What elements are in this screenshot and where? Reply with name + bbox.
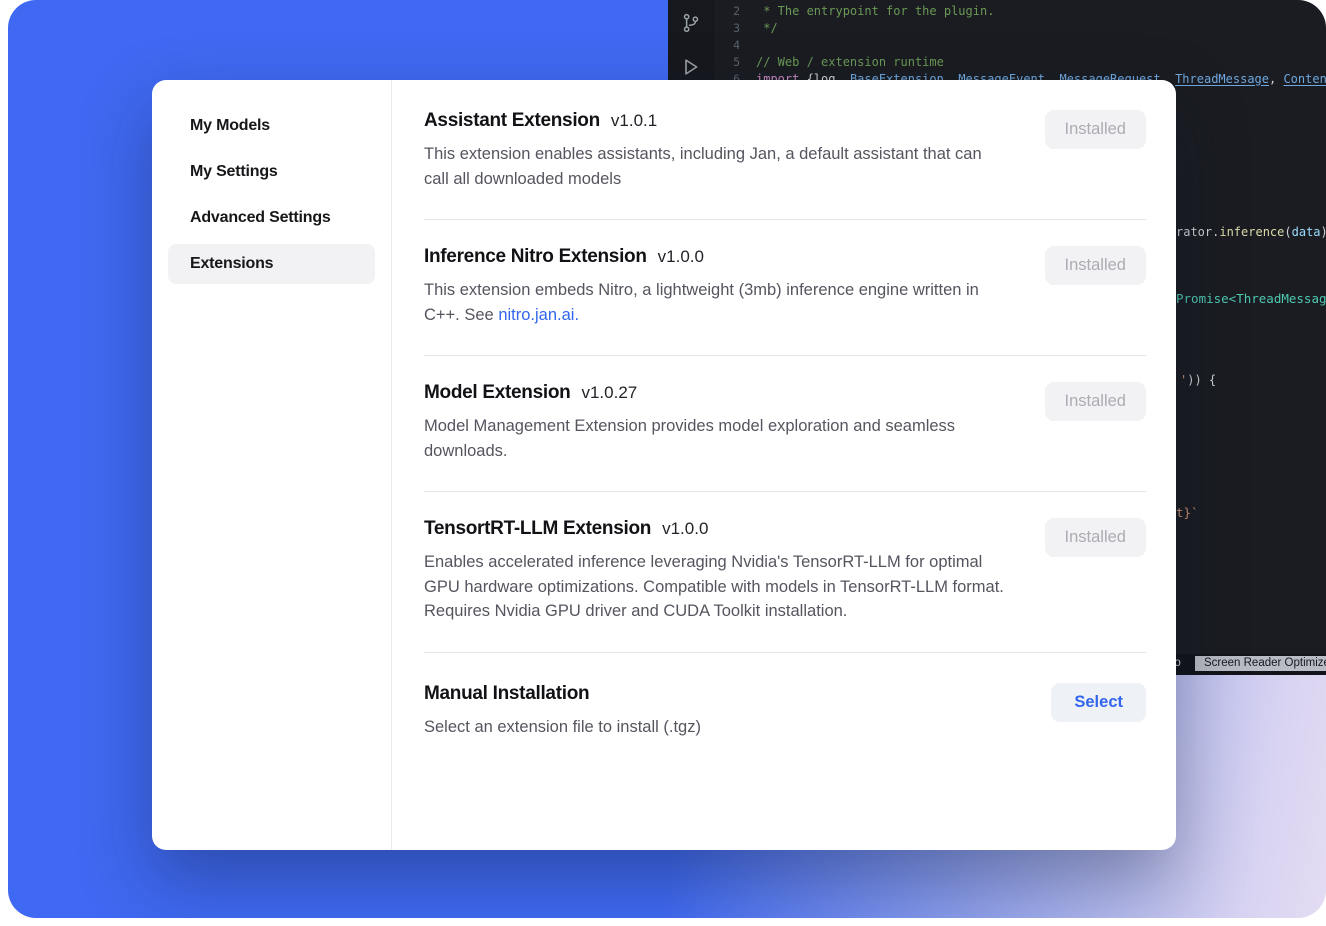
sidebar: My Models My Settings Advanced Settings … — [152, 80, 392, 850]
extension-info: Assistant Extension v1.0.1 This extensio… — [424, 110, 1010, 191]
code-fragment: Promise<ThreadMessage> — [1176, 291, 1326, 306]
extension-row-tensorrt: TensortRT-LLM Extension v1.0.0 Enables a… — [424, 492, 1146, 653]
identifier-token: ContentType — [1283, 72, 1326, 86]
extension-title-line: Model Extension v1.0.27 — [424, 382, 1010, 404]
plain-token: rator. — [1176, 225, 1219, 239]
code-line: 3 */ — [714, 19, 1326, 36]
extension-title: Assistant Extension — [424, 110, 600, 132]
code-text: // Web / extension runtime — [756, 55, 944, 69]
extension-title-line: Assistant Extension v1.0.1 — [424, 110, 1010, 132]
code-text: * The entrypoint for the plugin. — [756, 4, 994, 18]
nitro-link[interactable]: nitro.jan.ai. — [498, 306, 579, 324]
sidebar-item-extensions[interactable]: Extensions — [168, 244, 375, 284]
sidebar-item-advanced-settings[interactable]: Advanced Settings — [168, 198, 375, 238]
line-number: 5 — [714, 55, 740, 69]
extension-info: Manual Installation Select an extension … — [424, 683, 1010, 740]
screen-reader-chip[interactable]: Screen Reader Optimized — [1195, 656, 1326, 671]
manual-install-row: Manual Installation Select an extension … — [424, 653, 1146, 768]
extension-title: Inference Nitro Extension — [424, 246, 647, 268]
code-line: 2 * The entrypoint for the plugin. — [714, 2, 1326, 19]
extension-row-assistant: Assistant Extension v1.0.1 This extensio… — [424, 98, 1146, 220]
sidebar-item-my-models[interactable]: My Models — [168, 106, 375, 146]
plain-token: , — [1269, 72, 1283, 86]
extension-title: TensortRT-LLM Extension — [424, 518, 651, 540]
code-text: */ — [756, 21, 778, 35]
code-area: 2 * The entrypoint for the plugin. 3 */ … — [714, 2, 1326, 87]
code-line: 4 — [714, 36, 1326, 53]
manual-install-description: Select an extension file to install (.tg… — [424, 715, 1010, 740]
installed-button[interactable]: Installed — [1045, 382, 1146, 421]
line-number: 2 — [714, 4, 740, 18]
select-button[interactable]: Select — [1051, 683, 1146, 722]
extension-list: Assistant Extension v1.0.1 This extensio… — [392, 80, 1176, 850]
code-fragment: rator.inference(data)); — [1176, 224, 1326, 239]
code-fragment: t}` — [1176, 505, 1199, 520]
param-token: data — [1292, 225, 1321, 239]
source-control-icon[interactable] — [681, 13, 701, 33]
function-token: inference — [1219, 225, 1284, 239]
code-line: 5 // Web / extension runtime — [714, 53, 1326, 70]
extension-version: v1.0.0 — [658, 247, 704, 267]
installed-button[interactable]: Installed — [1045, 518, 1146, 557]
extension-info: TensortRT-LLM Extension v1.0.0 Enables a… — [424, 518, 1010, 624]
installed-button[interactable]: Installed — [1045, 110, 1146, 149]
installed-button[interactable]: Installed — [1045, 246, 1146, 285]
identifier-token: ThreadMessage — [1175, 72, 1269, 86]
extension-title-line: Inference Nitro Extension v1.0.0 — [424, 246, 1010, 268]
extension-version: v1.0.0 — [662, 519, 708, 539]
extension-info: Model Extension v1.0.27 Model Management… — [424, 382, 1010, 463]
extension-version: v1.0.1 — [611, 111, 657, 131]
extension-version: v1.0.27 — [581, 383, 637, 403]
extension-row-model: Model Extension v1.0.27 Model Management… — [424, 356, 1146, 492]
extension-info: Inference Nitro Extension v1.0.0 This ex… — [424, 246, 1010, 327]
plain-token: ( — [1284, 225, 1291, 239]
extension-description: This extension embeds Nitro, a lightweig… — [424, 278, 1010, 327]
extension-description: Model Management Extension provides mode… — [424, 414, 1010, 463]
manual-install-title: Manual Installation — [424, 683, 589, 705]
extension-description: This extension enables assistants, inclu… — [424, 142, 1010, 191]
extension-description: Enables accelerated inference leveraging… — [424, 550, 1010, 624]
extension-title-line: Manual Installation — [424, 683, 1010, 705]
plain-token: )) { — [1187, 373, 1216, 387]
hero-canvas: 2 * The entrypoint for the plugin. 3 */ … — [8, 0, 1326, 918]
line-number: 4 — [714, 38, 740, 52]
code-fragment: ')) { — [1180, 372, 1216, 387]
extension-row-nitro: Inference Nitro Extension v1.0.0 This ex… — [424, 220, 1146, 356]
extension-title-line: TensortRT-LLM Extension v1.0.0 — [424, 518, 1010, 540]
sidebar-item-my-settings[interactable]: My Settings — [168, 152, 375, 192]
settings-modal: My Models My Settings Advanced Settings … — [152, 80, 1176, 850]
run-and-debug-icon[interactable] — [681, 57, 701, 77]
plain-token: )); — [1321, 225, 1326, 239]
line-number: 3 — [714, 21, 740, 35]
extension-title: Model Extension — [424, 382, 570, 404]
